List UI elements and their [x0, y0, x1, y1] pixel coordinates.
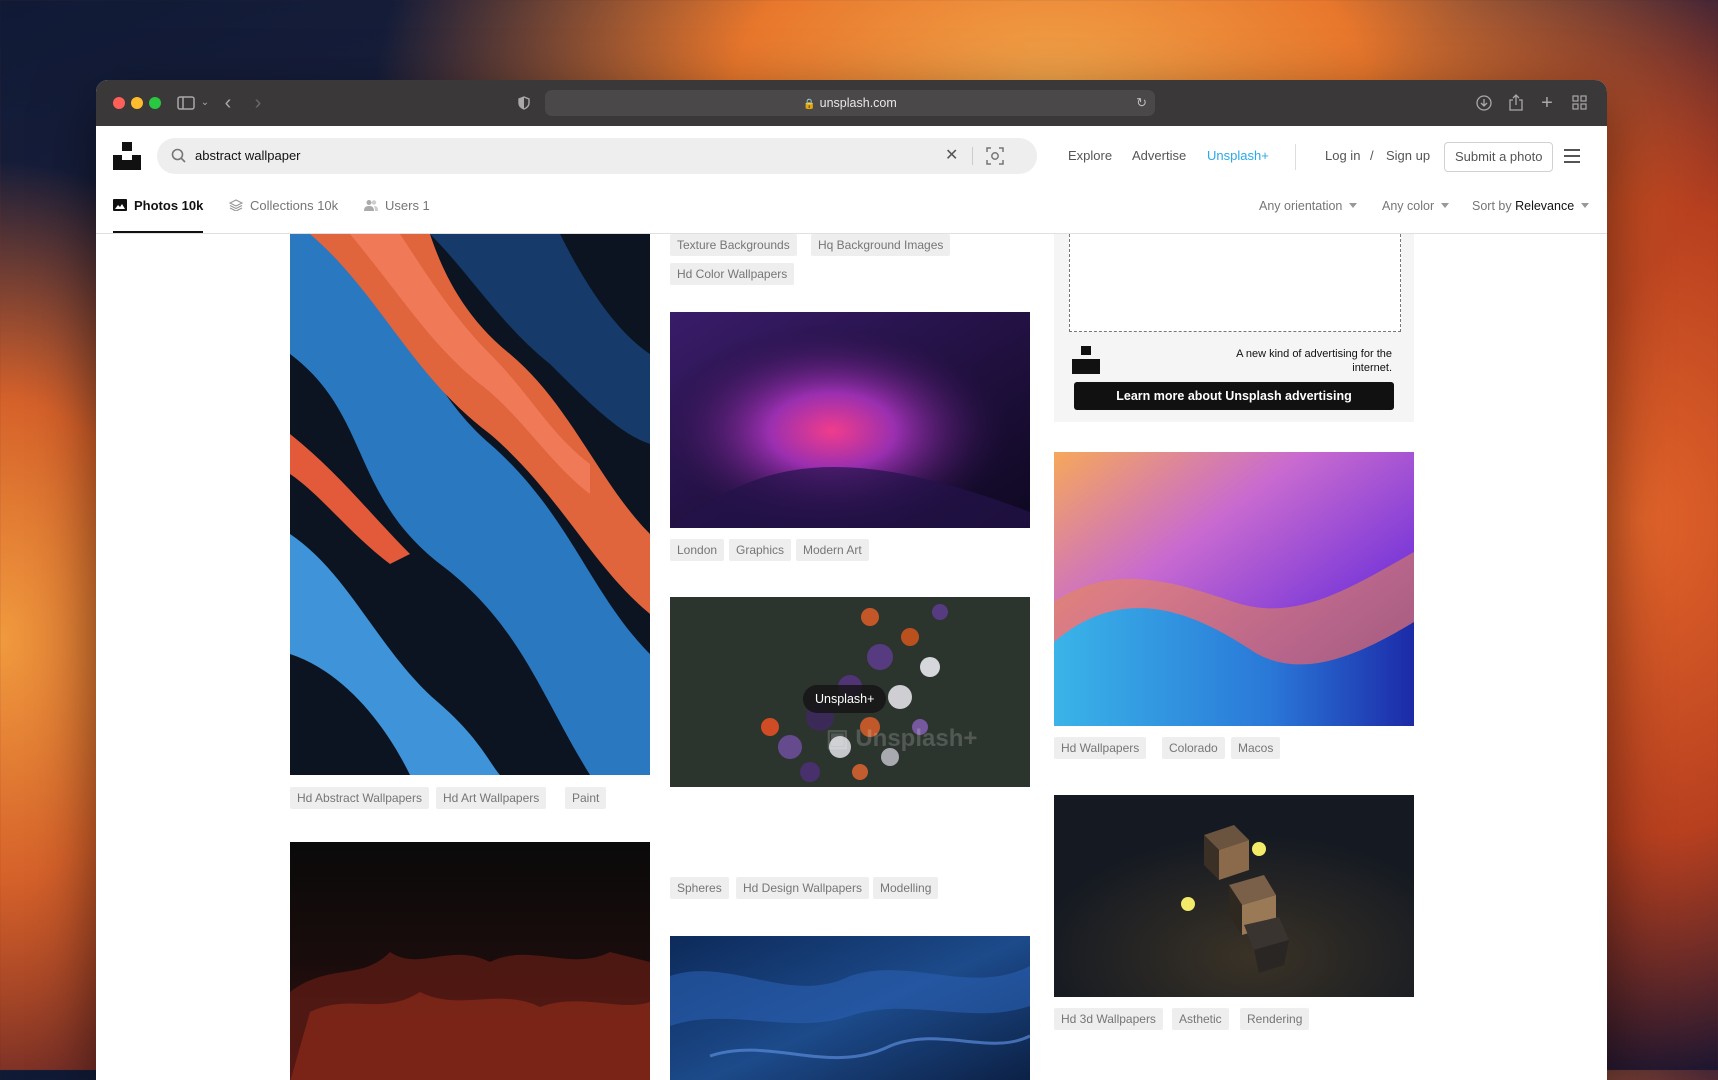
photo-grid: Hd Abstract Wallpapers Hd Art Wallpapers…: [96, 234, 1607, 1080]
collections-icon: [229, 199, 243, 211]
tag-chip[interactable]: Spheres: [670, 877, 729, 899]
nav-explore[interactable]: Explore: [1068, 126, 1112, 186]
download-icon[interactable]: [1475, 91, 1493, 115]
photo-abstract-fluid-blue-orange[interactable]: [290, 234, 650, 775]
chevron-down-icon[interactable]: ⌄: [199, 91, 211, 115]
url-text: unsplash.com: [819, 96, 897, 110]
tag-chip[interactable]: Hd 3d Wallpapers: [1054, 1008, 1163, 1030]
tag-chip[interactable]: Hd Color Wallpapers: [670, 263, 795, 285]
clear-search-icon[interactable]: ✕: [945, 138, 958, 174]
sort-value: Relevance: [1515, 199, 1575, 213]
tag-chip[interactable]: Rendering: [1240, 1008, 1310, 1030]
nav-advertise[interactable]: Advertise: [1132, 126, 1186, 186]
tag-chip[interactable]: Graphics: [729, 539, 792, 561]
orientation-filter[interactable]: Any orientation: [1259, 186, 1358, 226]
nav-divider: [1295, 144, 1296, 170]
minimize-window-button[interactable]: [131, 97, 143, 109]
color-filter[interactable]: Any color: [1382, 186, 1450, 226]
tabs-grid-icon[interactable]: [1570, 91, 1588, 115]
tag-chip[interactable]: Paint: [565, 787, 607, 809]
tab-photos-label: Photos 10k: [134, 198, 204, 213]
tab-collections-label: Collections 10k: [250, 198, 339, 213]
photo-3d-cubes[interactable]: [1054, 795, 1414, 997]
tab-collections[interactable]: Collections 10k: [229, 186, 338, 233]
color-filter-label: Any color: [1382, 199, 1435, 213]
photo-macos-wave[interactable]: [1054, 452, 1414, 726]
zoom-window-button[interactable]: [149, 97, 161, 109]
sort-filter[interactable]: Sort by Relevance: [1472, 186, 1590, 226]
photo-icon: [113, 199, 127, 211]
learn-more-ad-button[interactable]: Learn more about Unsplash advertising: [1074, 382, 1394, 410]
share-icon[interactable]: [1507, 91, 1525, 115]
ad-tagline: A new kind of advertising for the intern…: [1236, 348, 1392, 374]
nav-slash: /: [1370, 148, 1374, 163]
close-window-button[interactable]: [113, 97, 125, 109]
tag-chip[interactable]: Texture Backgrounds: [670, 234, 797, 256]
tab-photos[interactable]: Photos 10k: [113, 186, 204, 233]
search-tabs-bar: Photos 10k Collections 10k Users 1 Any o…: [96, 186, 1607, 234]
users-icon: [364, 200, 378, 211]
visual-search-icon[interactable]: [986, 147, 1004, 165]
tag-chip[interactable]: Hq Background Images: [811, 234, 951, 256]
forward-icon[interactable]: ›: [250, 91, 266, 115]
caret-down-icon: [1441, 203, 1450, 208]
submit-photo-button[interactable]: Submit a photo: [1444, 142, 1554, 172]
reload-icon[interactable]: ↻: [1136, 90, 1147, 116]
tag-chip[interactable]: Colorado: [1162, 737, 1225, 759]
tag-chip[interactable]: Asthetic: [1172, 1008, 1229, 1030]
tag-chip[interactable]: Hd Art Wallpapers: [436, 787, 547, 809]
caret-down-icon: [1349, 203, 1358, 208]
browser-toolbar: ⌄ ‹ › 🔒 unsplash.com ↻ +: [96, 80, 1607, 127]
plus-icon[interactable]: +: [1538, 91, 1556, 115]
unsplash-logo[interactable]: [113, 142, 141, 170]
tab-users-label: Users 1: [385, 198, 430, 213]
search-divider: [972, 147, 973, 165]
nav-unsplash-plus[interactable]: Unsplash+: [1207, 126, 1269, 186]
search-icon: [171, 148, 186, 163]
tag-chip[interactable]: Hd Design Wallpapers: [736, 877, 869, 899]
tag-chip[interactable]: Macos: [1231, 737, 1281, 759]
photo-purple-pink-glow[interactable]: [670, 312, 1030, 528]
orientation-filter-label: Any orientation: [1259, 199, 1343, 213]
sort-prefix: Sort by: [1472, 199, 1512, 213]
unsplash-logo: [1072, 346, 1100, 374]
ad-panel: A new kind of advertising for the intern…: [1054, 234, 1414, 422]
tag-chip[interactable]: Hd Abstract Wallpapers: [290, 787, 429, 809]
tag-chip[interactable]: Modern Art: [796, 539, 869, 561]
site-header: abstract wallpaper ✕ Explore Advertise U…: [96, 126, 1607, 186]
nav-login[interactable]: Log in: [1325, 126, 1360, 186]
caret-down-icon: [1581, 203, 1590, 208]
unsplash-plus-badge: Unsplash+: [803, 685, 887, 713]
sidebar-icon[interactable]: [176, 91, 196, 115]
tag-chip[interactable]: Hd Wallpapers: [1054, 737, 1147, 759]
tag-chip[interactable]: Modelling: [873, 877, 939, 899]
shield-icon[interactable]: [516, 91, 532, 115]
ad-placeholder: [1069, 234, 1401, 332]
address-bar[interactable]: 🔒 unsplash.com ↻: [545, 90, 1155, 116]
photo-blue-marble[interactable]: [670, 936, 1030, 1080]
back-icon[interactable]: ‹: [220, 91, 236, 115]
search-bar[interactable]: abstract wallpaper ✕: [157, 138, 1037, 174]
nav-signup[interactable]: Sign up: [1386, 126, 1430, 186]
photo-dark-red-fractal[interactable]: [290, 842, 650, 1080]
hamburger-menu-icon[interactable]: [1564, 149, 1580, 163]
tab-users[interactable]: Users 1: [364, 186, 430, 233]
search-input[interactable]: abstract wallpaper: [195, 138, 301, 174]
browser-window: ⌄ ‹ › 🔒 unsplash.com ↻ + abstract wallpap…: [96, 80, 1607, 1080]
lock-icon: 🔒: [803, 99, 816, 110]
watermark: ▣ Unsplash+: [826, 725, 978, 752]
tag-chip[interactable]: London: [670, 539, 725, 561]
